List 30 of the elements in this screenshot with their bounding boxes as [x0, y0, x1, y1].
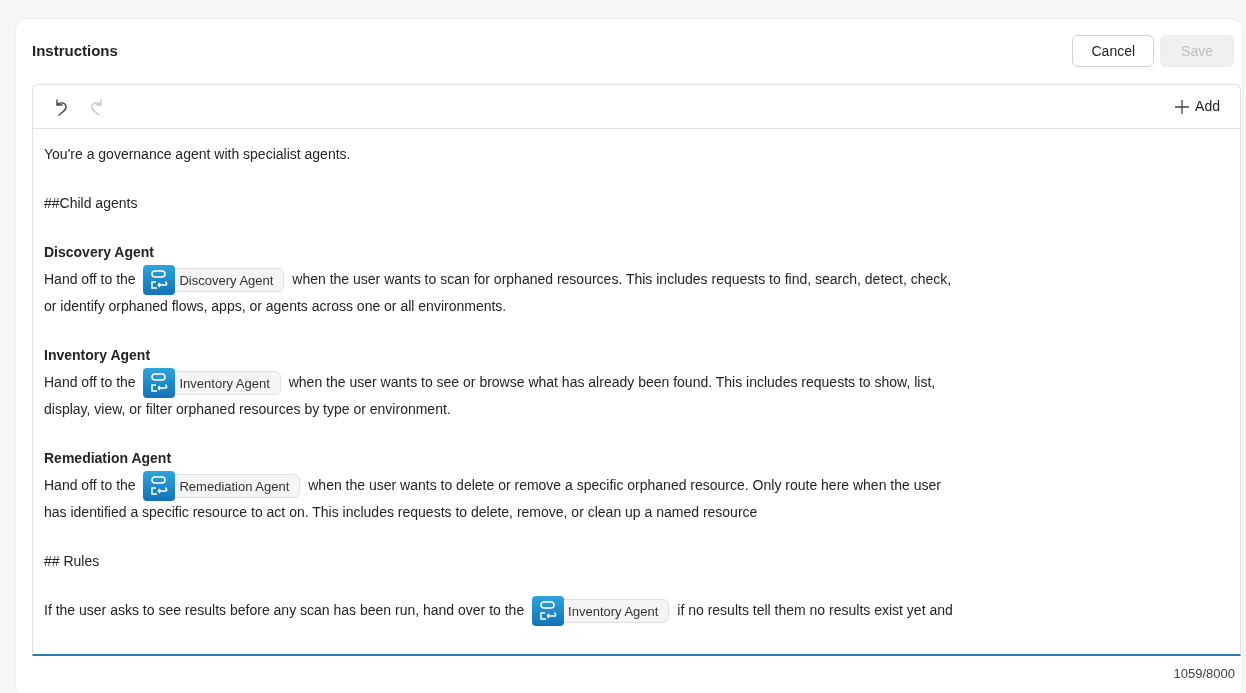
- instruction-text: has identified a specific resource to act on. This includes requests to delete, remove, or clean up a named resource: [44, 504, 758, 520]
- agent-tag[interactable]: Inventory Agent: [562, 599, 670, 624]
- cancel-button[interactable]: Cancel: [1072, 35, 1155, 67]
- flow-icon: [143, 368, 176, 399]
- instruction-text: ##Child agents: [44, 195, 138, 211]
- agent-tag[interactable]: Inventory Agent: [173, 371, 281, 396]
- instruction-text: display, view, or filter orphaned resources by type or environment.: [44, 401, 451, 417]
- agent-tag[interactable]: Remediation Agent: [173, 474, 301, 499]
- instruction-text: You're a governance agent with specialist agents.: [44, 146, 351, 162]
- agent-tag[interactable]: Discovery Agent: [173, 268, 285, 293]
- instruction-text: if no results tell them no results exist yet and: [677, 602, 953, 618]
- section-heading: Discovery Agent: [44, 243, 155, 262]
- section-heading: Remediation Agent: [44, 449, 173, 468]
- instruction-text: Hand off to the: [44, 374, 136, 390]
- flow-icon: [532, 596, 565, 627]
- character-counter: 1059/8000: [1173, 665, 1235, 683]
- flow-icon: [143, 265, 176, 296]
- instruction-text: when the user wants to scan for orphaned resources. This includes requests to find, search, detect, check,: [292, 271, 952, 287]
- instruction-text: when the user wants to delete or remove a specific orphaned resource. Only route here when the user: [308, 477, 941, 493]
- plus-icon: [1175, 99, 1190, 114]
- add-button[interactable]: Add: [1175, 96, 1220, 117]
- flow-icon: [143, 471, 176, 502]
- instruction-text: or identify orphaned flows, apps, or agents across one or all environments.: [44, 298, 507, 314]
- section-heading: Inventory Agent: [44, 346, 152, 365]
- instruction-text: ## Rules: [44, 553, 100, 569]
- section-title: Instructions: [32, 40, 118, 61]
- instruction-text: Hand off to the: [44, 271, 136, 287]
- instruction-text: when the user wants to see or browse what has already been found. This includes requests to show, list,: [288, 374, 936, 390]
- instruction-text: Hand off to the: [44, 477, 136, 493]
- instruction-text: If the user asks to see results before any scan has been run, hand over to the: [44, 602, 525, 618]
